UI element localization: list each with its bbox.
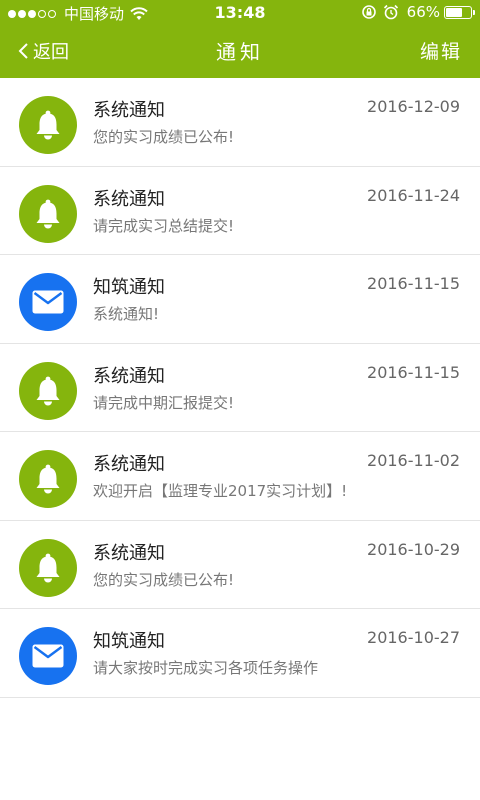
notification-message: 系统通知!	[93, 305, 160, 323]
mail-icon	[32, 644, 64, 668]
notification-message: 请完成中期汇报提交!	[93, 393, 235, 412]
notification-date: 2016-10-29	[367, 539, 460, 559]
notification-avatar	[19, 273, 77, 331]
notification-avatar	[19, 361, 77, 420]
notification-avatar	[19, 538, 77, 597]
notification-date: 2016-11-02	[367, 451, 460, 470]
notification-item[interactable]: 知筑通知 2016-10-27 请大家按时完成实习各项任务操作	[0, 609, 480, 698]
notification-title: 系统通知	[93, 454, 165, 475]
notification-list: 系统通知 2016-12-09 您的实习成绩已公布! 系统通知 2016-11-…	[0, 78, 480, 698]
notification-date: 2016-11-15	[367, 362, 460, 382]
notification-item[interactable]: 系统通知 2016-11-02 欢迎开启【监理专业2017实习计划】!	[0, 432, 480, 521]
notification-item[interactable]: 系统通知 2016-10-29 您的实习成绩已公布!	[0, 520, 480, 609]
notification-message: 欢迎开启【监理专业2017实习计划】!	[93, 482, 348, 500]
notification-title: 系统通知	[93, 188, 165, 210]
notification-title: 系统通知	[93, 365, 165, 387]
notification-avatar	[19, 96, 77, 154]
notification-title: 知筑通知	[93, 631, 165, 652]
notification-item[interactable]: 系统通知 2016-11-24 请完成实习总结提交!	[0, 166, 480, 255]
notification-message: 请大家按时完成实习各项任务操作	[93, 659, 319, 677]
alarm-icon	[383, 4, 398, 20]
battery-icon	[444, 5, 475, 19]
notification-date: 2016-11-15	[367, 274, 460, 293]
notification-message: 请完成实习总结提交!	[93, 216, 235, 235]
rotation-lock-icon	[361, 5, 376, 19]
notification-avatar	[19, 184, 77, 243]
bell-icon	[36, 553, 60, 582]
status-bar: 中国移动 13:48 66%	[0, 0, 480, 26]
notification-date: 2016-11-24	[367, 185, 460, 205]
notification-message: 您的实习成绩已公布!	[93, 128, 235, 146]
navigation-bar: 返回 通知 编辑	[0, 26, 480, 76]
notification-date: 2016-12-09	[367, 97, 460, 116]
notification-message: 您的实习成绩已公布!	[93, 570, 235, 589]
bell-icon	[36, 376, 60, 405]
notification-title: 系统通知	[93, 100, 165, 121]
page-title: 通知	[216, 40, 264, 64]
edit-button[interactable]: 编辑	[420, 37, 462, 64]
notification-item[interactable]: 知筑通知 2016-11-15 系统通知!	[0, 255, 480, 344]
notification-avatar	[19, 627, 77, 685]
notification-item[interactable]: 系统通知 2016-12-09 您的实习成绩已公布!	[0, 78, 480, 167]
notification-avatar	[19, 450, 77, 508]
bell-icon	[36, 199, 60, 228]
battery-percent: 66%	[406, 3, 440, 21]
notification-item[interactable]: 系统通知 2016-11-15 请完成中期汇报提交!	[0, 343, 480, 432]
bell-icon	[36, 464, 60, 494]
mail-icon	[32, 290, 64, 314]
notification-date: 2016-10-27	[367, 628, 460, 647]
notification-title: 知筑通知	[93, 277, 165, 298]
notification-title: 系统通知	[93, 542, 165, 564]
bell-icon	[36, 110, 60, 140]
